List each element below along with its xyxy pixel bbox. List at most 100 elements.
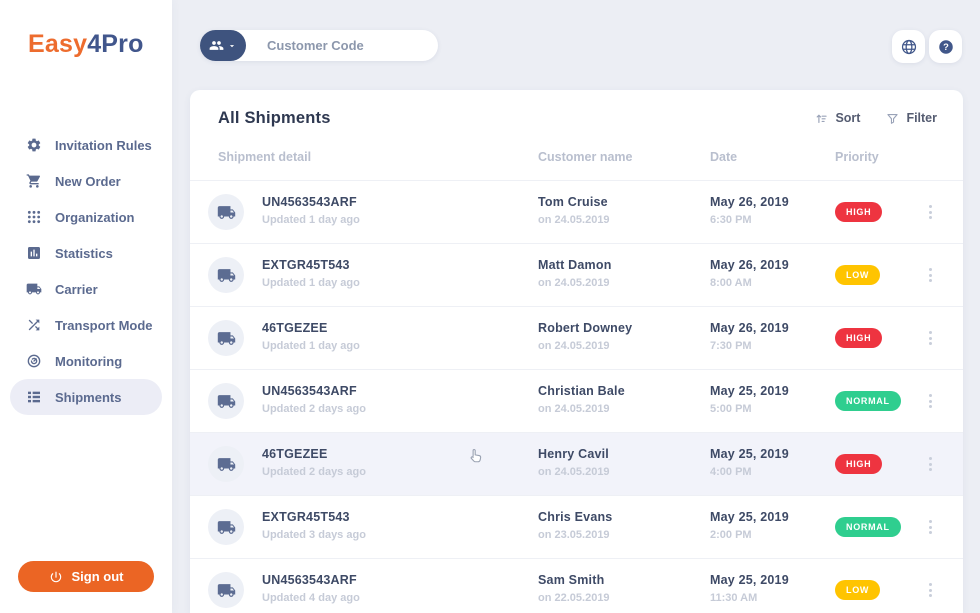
truck-avatar <box>208 446 244 482</box>
table-row[interactable]: 46TGEZEE Updated 1 day ago Robert Downey… <box>190 306 963 369</box>
truck-icon <box>217 266 236 285</box>
logo-suffix: 4Pro <box>87 30 143 58</box>
shuffle-icon <box>26 317 42 333</box>
truck-icon <box>217 203 236 222</box>
sidebar-item-label: Organization <box>55 210 134 225</box>
shipment-code: EXTGR45T543 <box>262 258 360 272</box>
shipment-date: May 26, 2019 <box>710 195 789 209</box>
truck-avatar <box>208 194 244 230</box>
sort-button[interactable]: Sort <box>815 111 860 125</box>
cart-icon <box>26 173 42 189</box>
truck-icon <box>217 581 236 600</box>
svg-text:?: ? <box>943 42 949 52</box>
kebab-menu[interactable] <box>922 327 938 349</box>
priority-badge: LOW <box>835 265 880 285</box>
kebab-menu[interactable] <box>922 201 938 223</box>
power-icon <box>49 570 63 584</box>
truck-avatar <box>208 383 244 419</box>
priority-badge: HIGH <box>835 454 882 474</box>
shipment-updated: Updated 1 day ago <box>262 340 360 352</box>
table-row[interactable]: EXTGR45T543 Updated 3 days ago Chris Eva… <box>190 495 963 558</box>
truck-icon <box>217 455 236 474</box>
truck-icon <box>26 281 42 297</box>
filter-button[interactable]: Filter <box>886 111 937 125</box>
customer-order-date: on 24.05.2019 <box>538 340 632 352</box>
language-button[interactable] <box>892 30 925 63</box>
truck-avatar <box>208 572 244 608</box>
shipment-date: May 25, 2019 <box>710 510 789 524</box>
shipment-date: May 26, 2019 <box>710 321 789 335</box>
kebab-menu[interactable] <box>922 453 938 475</box>
kebab-menu[interactable] <box>922 516 938 538</box>
kebab-menu[interactable] <box>922 264 938 286</box>
kebab-menu[interactable] <box>922 390 938 412</box>
customer-name: Sam Smith <box>538 573 610 587</box>
shipment-code: UN4563543ARF <box>262 384 366 398</box>
shipment-time: 4:00 PM <box>710 466 789 478</box>
shipments-card: All Shipments Sort Filter Shipment detai… <box>190 90 963 613</box>
priority-badge: HIGH <box>835 202 882 222</box>
sidebar-item-transport-mode[interactable]: Transport Mode <box>0 307 172 343</box>
bar-chart-icon <box>26 245 42 261</box>
table-row[interactable]: UN4563543ARF Updated 1 day ago Tom Cruis… <box>190 180 963 243</box>
sidebar-item-label: Invitation Rules <box>55 138 152 153</box>
table-row[interactable]: 46TGEZEE Updated 2 days ago Henry Cavil … <box>190 432 963 495</box>
sign-out-label: Sign out <box>72 569 124 584</box>
filter-icon <box>886 112 899 125</box>
customer-order-date: on 24.05.2019 <box>538 277 612 289</box>
shipment-updated: Updated 1 day ago <box>262 214 360 226</box>
table-tools: Sort Filter <box>815 111 937 125</box>
shipment-updated: Updated 1 day ago <box>262 277 360 289</box>
customer-type-dropdown[interactable] <box>200 30 246 61</box>
customer-code-input[interactable] <box>246 30 432 61</box>
priority-badge: HIGH <box>835 328 882 348</box>
column-customer-name: Customer name <box>538 150 632 164</box>
customer-order-date: on 24.05.2019 <box>538 214 610 226</box>
shipment-updated: Updated 2 days ago <box>262 466 366 478</box>
sidebar-item-label: Monitoring <box>55 354 122 369</box>
shipment-code: UN4563543ARF <box>262 195 360 209</box>
truck-icon <box>217 329 236 348</box>
table-row[interactable]: EXTGR45T543 Updated 1 day ago Matt Damon… <box>190 243 963 306</box>
sidebar-item-organization[interactable]: Organization <box>0 199 172 235</box>
shipment-code: 46TGEZEE <box>262 321 360 335</box>
customer-name: Chris Evans <box>538 510 612 524</box>
shipment-time: 11:30 AM <box>710 592 789 604</box>
customer-code-search <box>200 30 438 61</box>
sign-out-button[interactable]: Sign out <box>18 561 154 592</box>
grid-dots-icon <box>26 209 42 225</box>
shipment-date: May 26, 2019 <box>710 258 789 272</box>
shipment-updated: Updated 2 days ago <box>262 403 366 415</box>
truck-icon <box>217 392 236 411</box>
sidebar: Easy4Pro Invitation Rules New Order Orga… <box>0 0 172 613</box>
priority-badge: LOW <box>835 580 880 600</box>
sidebar-item-label: New Order <box>55 174 121 189</box>
shipment-time: 7:30 PM <box>710 340 789 352</box>
shipment-code: EXTGR45T543 <box>262 510 366 524</box>
truck-avatar <box>208 257 244 293</box>
sidebar-item-invitation-rules[interactable]: Invitation Rules <box>0 127 172 163</box>
truck-avatar <box>208 509 244 545</box>
kebab-menu[interactable] <box>922 579 938 601</box>
page-title: All Shipments <box>218 109 331 128</box>
sidebar-item-label: Statistics <box>55 246 113 261</box>
customer-order-date: on 24.05.2019 <box>538 466 610 478</box>
sort-icon <box>815 112 828 125</box>
gauge-icon <box>26 353 42 369</box>
column-priority: Priority <box>835 150 879 164</box>
column-date: Date <box>710 150 737 164</box>
sidebar-item-monitoring[interactable]: Monitoring <box>0 343 172 379</box>
sidebar-item-new-order[interactable]: New Order <box>0 163 172 199</box>
column-shipment-detail: Shipment detail <box>218 150 311 164</box>
table-row[interactable]: UN4563543ARF Updated 2 days ago Christia… <box>190 369 963 432</box>
table-row[interactable]: UN4563543ARF Updated 4 day ago Sam Smith… <box>190 558 963 613</box>
shipment-code: 46TGEZEE <box>262 447 366 461</box>
sidebar-item-shipments[interactable]: Shipments <box>10 379 162 415</box>
help-button[interactable]: ? <box>929 30 962 63</box>
sidebar-menu: Invitation Rules New Order Organization … <box>0 127 172 415</box>
sidebar-item-carrier[interactable]: Carrier <box>0 271 172 307</box>
customer-order-date: on 23.05.2019 <box>538 529 612 541</box>
sidebar-item-statistics[interactable]: Statistics <box>0 235 172 271</box>
customer-name: Tom Cruise <box>538 195 610 209</box>
customer-name: Matt Damon <box>538 258 612 272</box>
